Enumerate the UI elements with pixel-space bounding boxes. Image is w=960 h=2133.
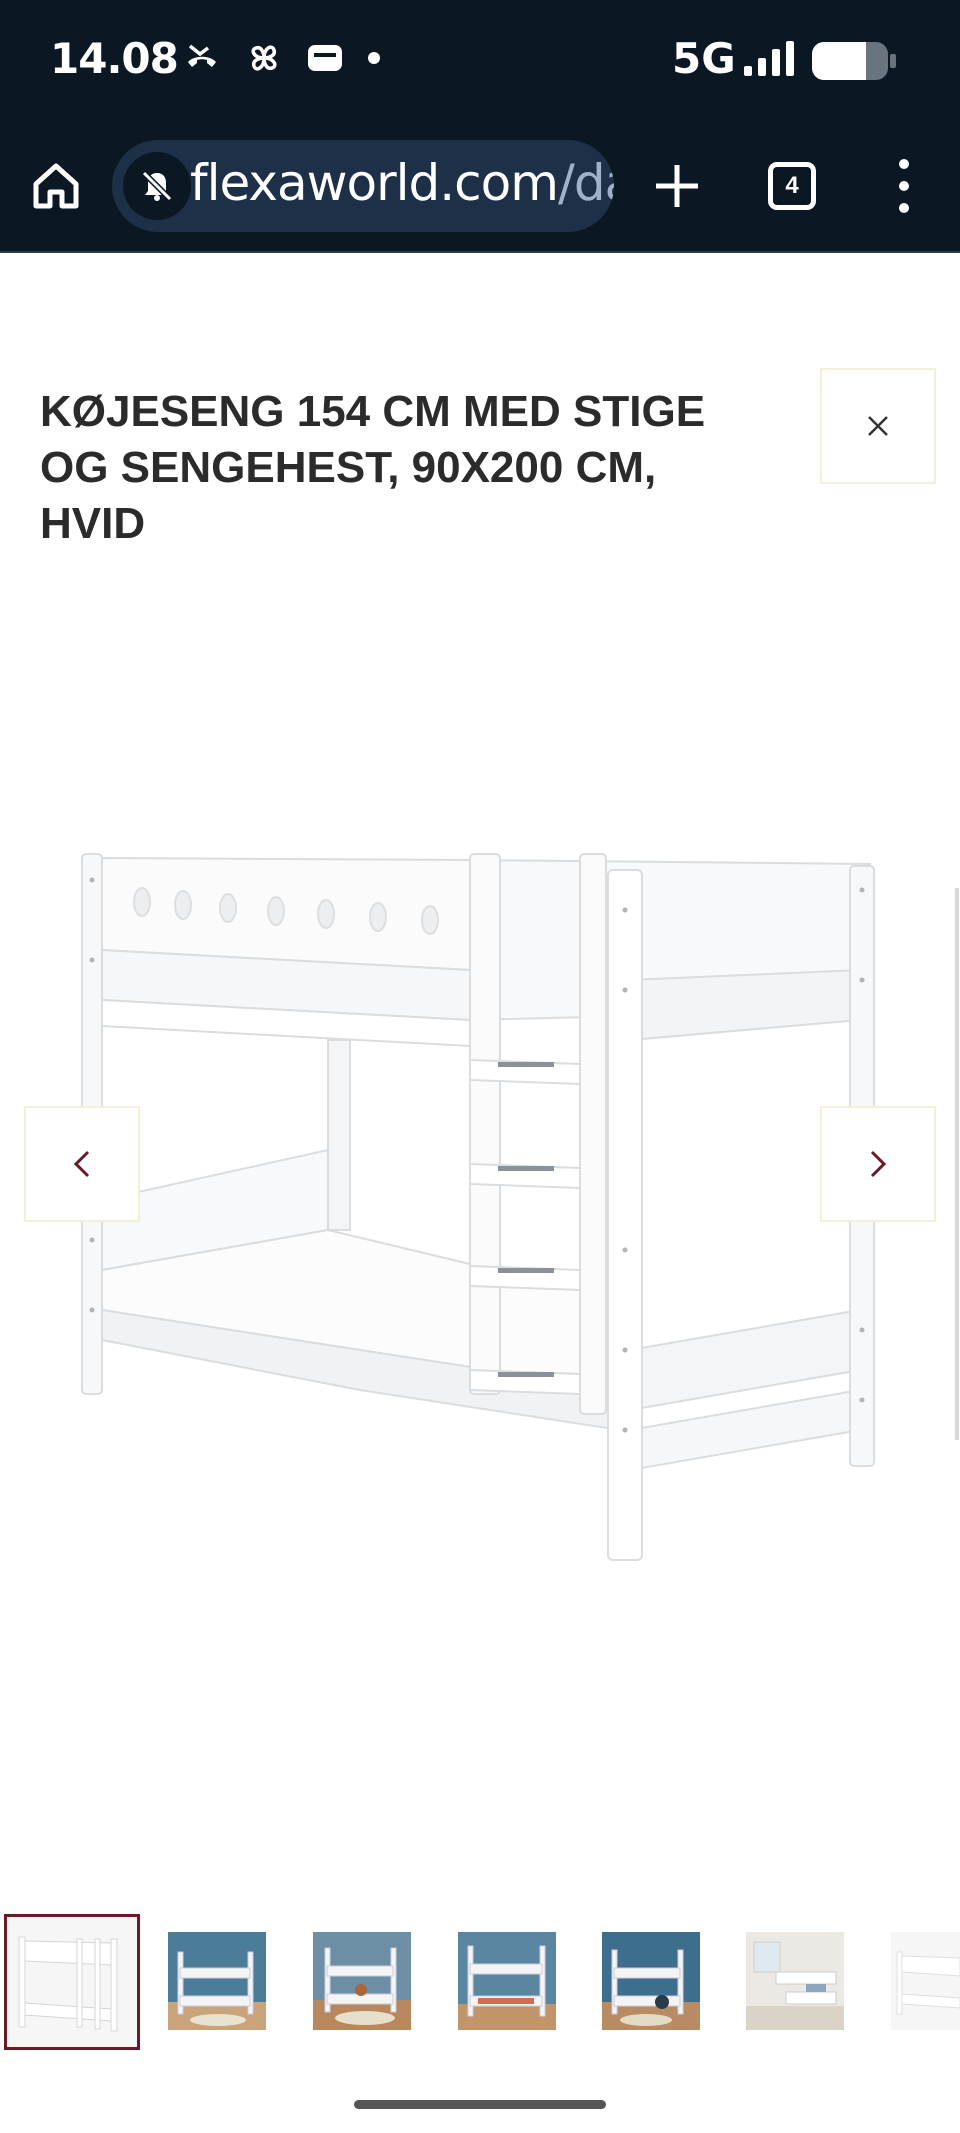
product-title: KØJESENG 154 CM MED STIGE OG SENGEHEST, …	[40, 387, 706, 548]
thumbnail-room-image	[458, 1932, 556, 2030]
url-text: flexaworld.com/da-	[190, 154, 614, 212]
thumbnail-strip	[0, 1912, 960, 2050]
tabs-icon[interactable]: 4	[768, 162, 816, 210]
url-path: /da-	[557, 154, 614, 212]
home-indicator[interactable]	[354, 2100, 606, 2109]
thumbnail-7[interactable]	[891, 1932, 960, 2030]
previous-image-button[interactable]	[24, 1106, 140, 1222]
battery-icon	[812, 42, 896, 80]
home-icon[interactable]	[30, 160, 82, 212]
status-bar: 14.08 5G	[0, 0, 960, 125]
thumbnail-4[interactable]	[458, 1932, 556, 2030]
thumbnail-bunk-bed-image	[891, 1932, 960, 2030]
chevron-left-icon	[73, 1150, 90, 1178]
thumbnail-room-image	[602, 1932, 700, 2030]
browser-toolbar: flexaworld.com/da- 4	[0, 125, 960, 253]
thumbnail-1[interactable]	[4, 1914, 140, 2050]
thumbnail-2[interactable]	[168, 1932, 266, 2030]
more-vert-icon[interactable]	[886, 155, 922, 217]
address-bar[interactable]: flexaworld.com/da-	[112, 140, 614, 232]
wallet-icon	[308, 45, 342, 71]
next-image-peek	[955, 888, 959, 1440]
pinwheel-icon	[251, 45, 277, 71]
site-info-button[interactable]	[123, 152, 191, 220]
status-notification-icons	[182, 38, 382, 78]
thumbnail-room-image	[746, 1932, 844, 2030]
thumbnail-bunk-bed-image	[7, 1917, 137, 2047]
network-type: 5G	[672, 34, 736, 83]
thumbnail-5[interactable]	[602, 1932, 700, 2030]
close-button[interactable]	[820, 368, 936, 484]
signal-icon	[744, 41, 794, 76]
notifications-off-icon	[141, 170, 173, 202]
next-image-button[interactable]	[820, 1106, 936, 1222]
missed-call-icon	[188, 44, 216, 67]
thumbnail-room-image	[168, 1932, 266, 2030]
dot-icon	[368, 52, 380, 64]
url-domain: flexaworld.com	[190, 154, 559, 212]
product-image-bunk-bed	[81, 853, 875, 1561]
close-icon	[868, 416, 888, 436]
status-time: 14.08	[50, 34, 179, 83]
thumbnail-room-image	[313, 1932, 411, 2030]
chevron-right-icon	[870, 1150, 887, 1178]
thumbnail-3[interactable]	[313, 1932, 411, 2030]
plus-icon[interactable]	[650, 159, 704, 213]
thumbnail-6[interactable]	[746, 1932, 844, 2030]
tab-count: 4	[785, 172, 799, 199]
